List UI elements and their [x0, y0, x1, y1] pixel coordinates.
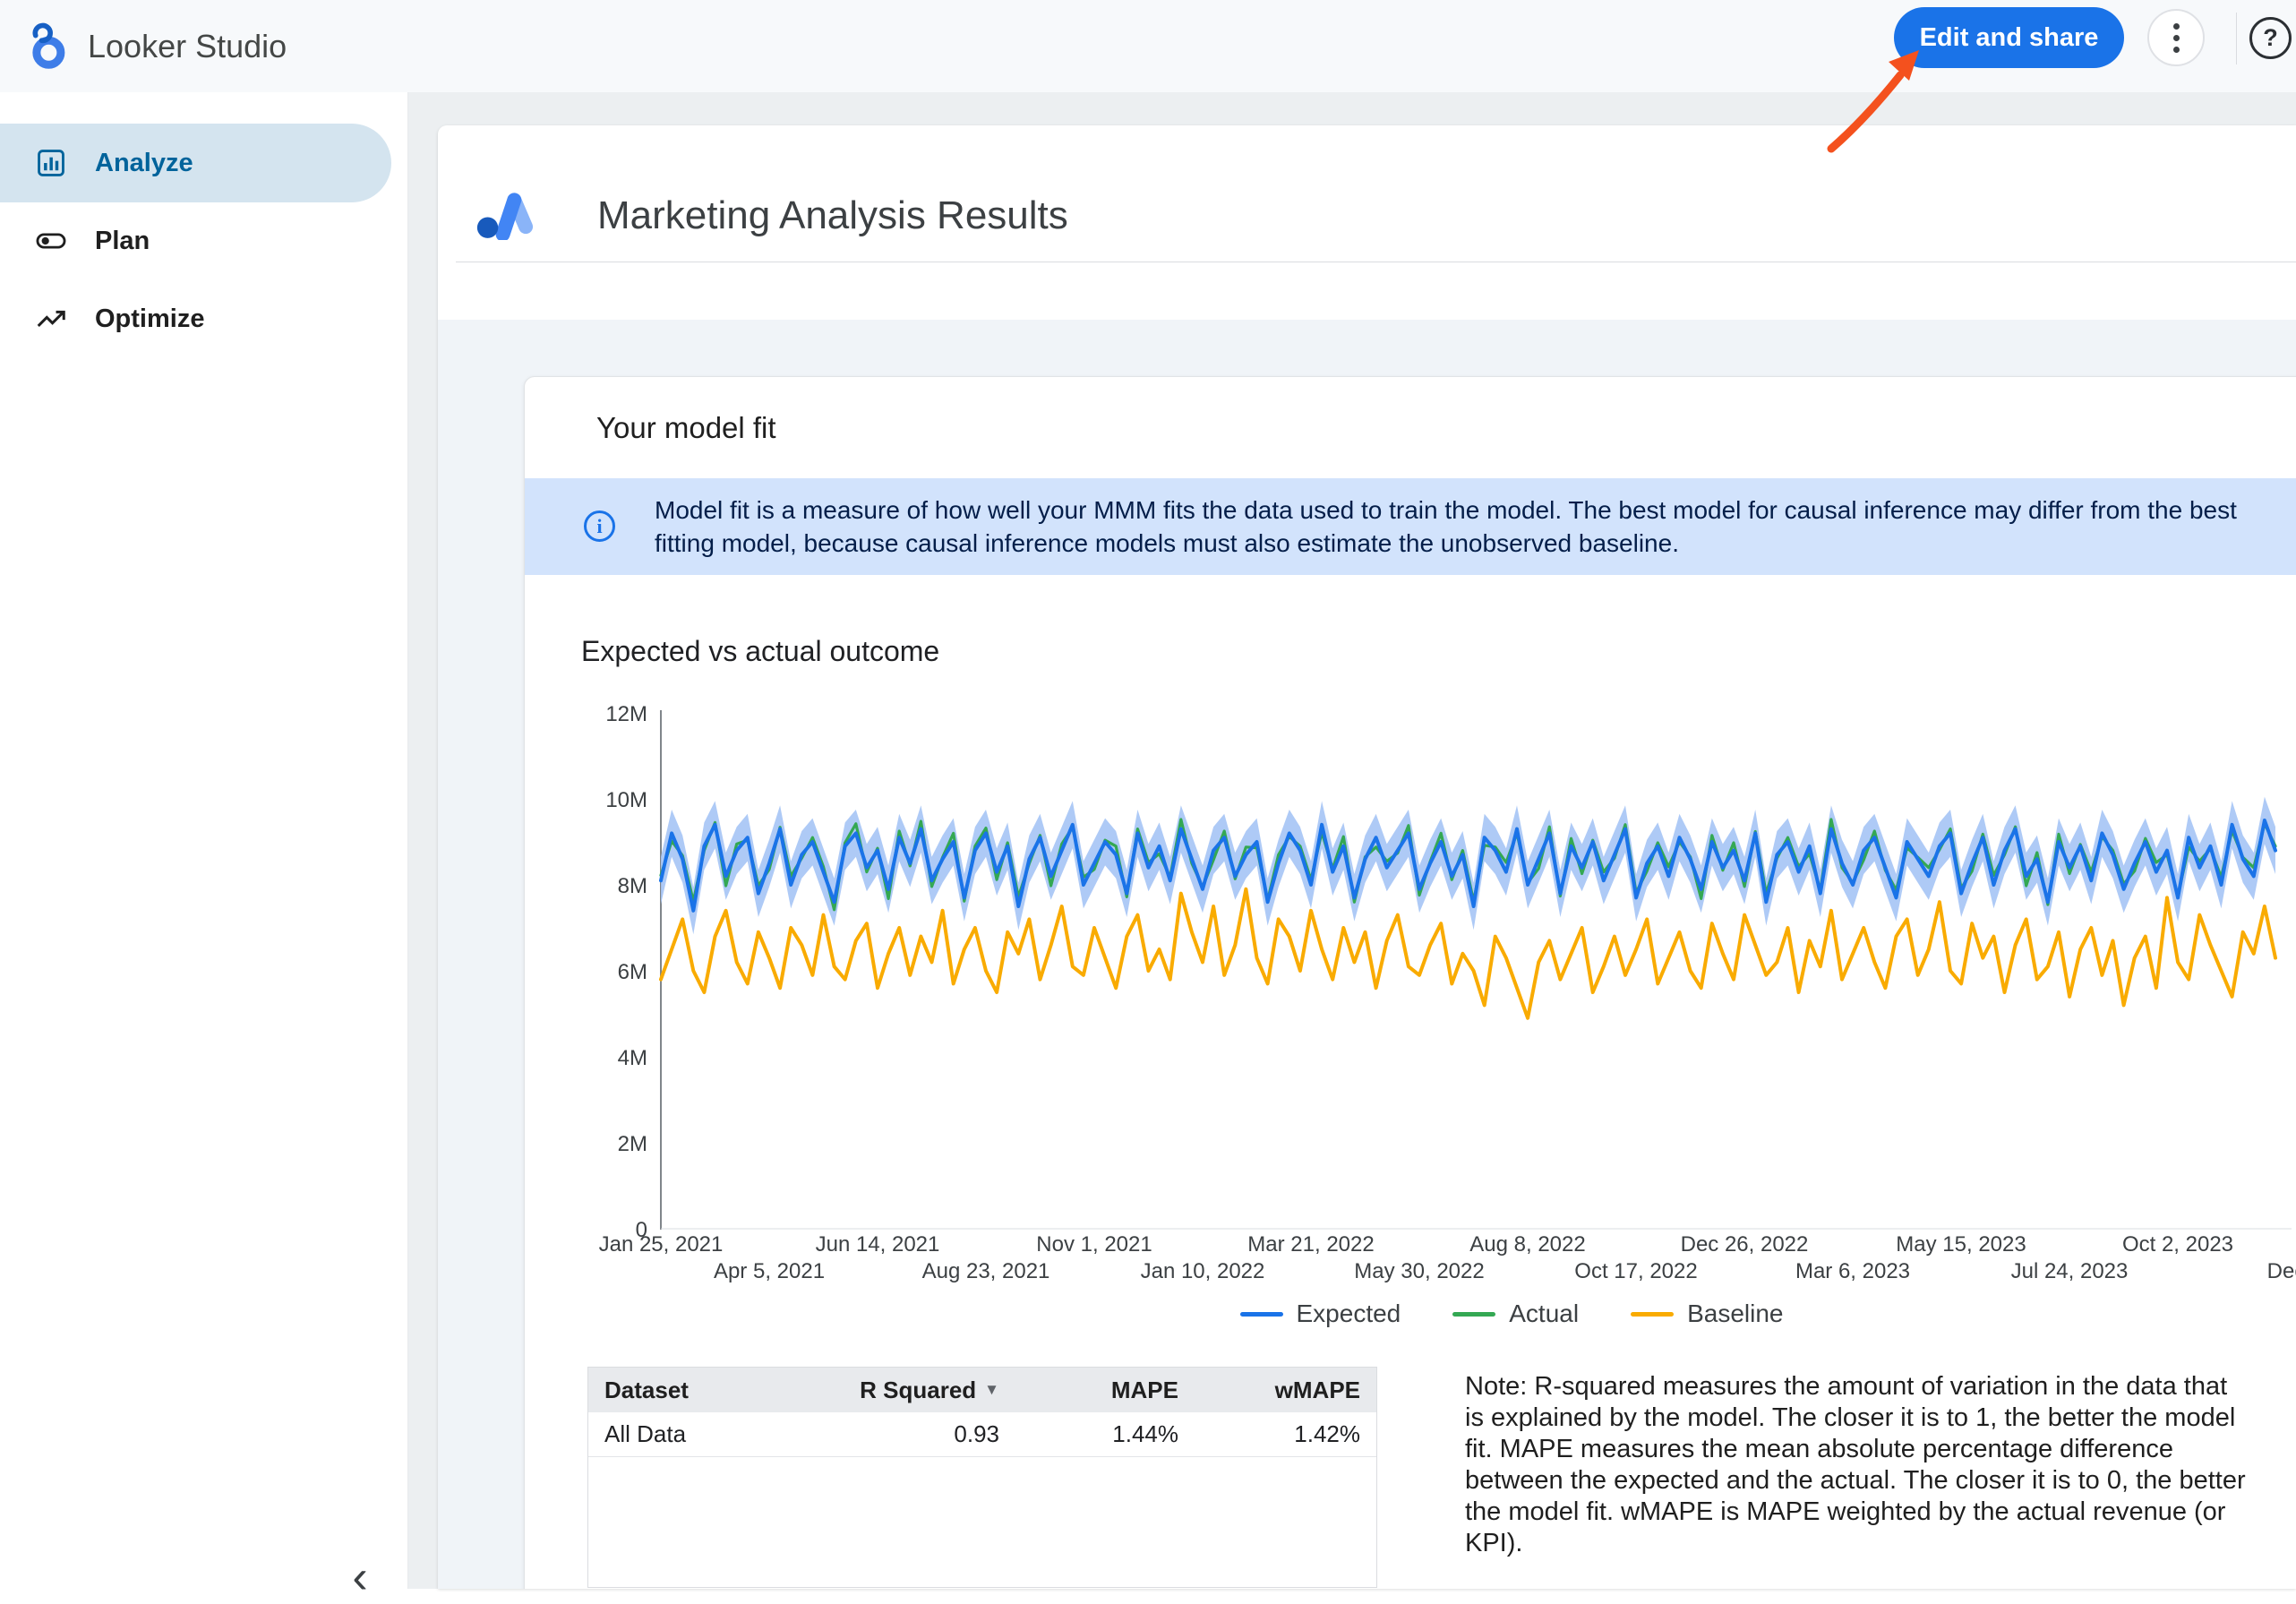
column-header-wmape[interactable]: wMAPE: [1193, 1377, 1375, 1404]
svg-text:4M: 4M: [618, 1046, 647, 1070]
svg-text:Jan 10, 2022: Jan 10, 2022: [1141, 1259, 1265, 1283]
cell-wmape: 1.42%: [1193, 1420, 1375, 1448]
sidebar-item-label: Plan: [95, 227, 150, 256]
svg-text:Dec 26, 2022: Dec 26, 2022: [1681, 1232, 1809, 1257]
column-header-mape[interactable]: MAPE: [1014, 1377, 1193, 1404]
left-navigation: Analyze Plan Optimize ‹: [0, 92, 408, 1589]
app-title: Looker Studio: [88, 28, 287, 65]
marketing-platform-logo-icon: [475, 179, 544, 244]
svg-text:Dec: Dec: [2267, 1259, 2296, 1283]
chart-legend: Expected Actual Baseline: [632, 1299, 2296, 1328]
svg-text:May 30, 2022: May 30, 2022: [1354, 1259, 1484, 1283]
svg-text:12M: 12M: [605, 702, 647, 726]
collapse-sidebar-button[interactable]: ‹: [333, 1550, 387, 1604]
legend-swatch-baseline: [1631, 1312, 1674, 1317]
question-mark-icon: ?: [2263, 24, 2278, 52]
svg-text:10M: 10M: [605, 788, 647, 812]
svg-text:May 15, 2023: May 15, 2023: [1896, 1232, 2026, 1257]
legend-label: Expected: [1297, 1299, 1401, 1328]
legend-item-actual: Actual: [1452, 1299, 1579, 1328]
legend-item-baseline: Baseline: [1631, 1299, 1783, 1328]
sidebar-item-optimize[interactable]: Optimize: [0, 279, 391, 358]
svg-text:Jul 24, 2023: Jul 24, 2023: [2011, 1259, 2129, 1283]
looker-logo-icon: [21, 22, 70, 71]
sidebar-item-analyze[interactable]: Analyze: [0, 124, 391, 202]
sidebar-item-plan[interactable]: Plan: [0, 202, 391, 280]
info-banner-text: Model fit is a measure of how well your …: [655, 493, 2257, 560]
info-icon: i: [584, 510, 615, 542]
svg-text:8M: 8M: [618, 874, 647, 898]
model-fit-table: Dataset R Squared ▼ MAPE wMAPE All Data …: [587, 1367, 1377, 1588]
legend-swatch-actual: [1452, 1312, 1495, 1317]
model-fit-card: Your model fit i Model fit is a measure …: [524, 376, 2296, 1589]
sort-descending-icon: ▼: [984, 1381, 999, 1399]
sidebar-item-label: Optimize: [95, 305, 204, 334]
svg-text:Aug 8, 2022: Aug 8, 2022: [1469, 1232, 1585, 1257]
svg-text:Nov 1, 2021: Nov 1, 2021: [1036, 1232, 1152, 1257]
svg-text:6M: 6M: [618, 960, 647, 984]
more-options-button[interactable]: [2147, 9, 2205, 66]
svg-text:Aug 23, 2021: Aug 23, 2021: [922, 1259, 1050, 1283]
legend-label: Baseline: [1687, 1299, 1783, 1328]
svg-text:Mar 21, 2022: Mar 21, 2022: [1247, 1232, 1374, 1257]
chevron-left-icon: ‹: [352, 1550, 367, 1604]
edit-and-share-button[interactable]: Edit and share: [1894, 7, 2124, 68]
svg-text:Apr 5, 2021: Apr 5, 2021: [714, 1259, 825, 1283]
top-app-bar: Looker Studio Edit and share ?: [0, 0, 2296, 92]
legend-item-expected: Expected: [1240, 1299, 1401, 1328]
svg-text:Jan 25, 2021: Jan 25, 2021: [599, 1232, 724, 1257]
cell-r-squared: 0.93: [812, 1420, 1014, 1448]
table-header-row: Dataset R Squared ▼ MAPE wMAPE: [588, 1368, 1376, 1412]
chart-section-title: Expected vs actual outcome: [581, 635, 939, 668]
report-title: Marketing Analysis Results: [597, 193, 1068, 238]
card-title: Your model fit: [596, 411, 776, 445]
legend-label: Actual: [1509, 1299, 1579, 1328]
svg-text:Oct 2, 2023: Oct 2, 2023: [2122, 1232, 2233, 1257]
cell-dataset: All Data: [588, 1420, 812, 1448]
kebab-menu-icon: [2173, 23, 2180, 30]
optimize-trending-up-icon: [34, 302, 68, 336]
column-header-r-squared[interactable]: R Squared ▼: [812, 1377, 1014, 1404]
expected-vs-actual-chart[interactable]: 02M4M6M8M10M12MJan 25, 2021Apr 5, 2021Ju…: [538, 699, 2296, 1286]
metrics-note: Note: R-squared measures the amount of v…: [1465, 1371, 2253, 1559]
cell-mape: 1.44%: [1014, 1420, 1193, 1448]
table-row: All Data 0.93 1.44% 1.42%: [588, 1412, 1376, 1457]
svg-text:Oct 17, 2022: Oct 17, 2022: [1574, 1259, 1697, 1283]
svg-text:2M: 2M: [618, 1132, 647, 1156]
report-page: Marketing Analysis Results Your model fi…: [438, 125, 2296, 1589]
legend-swatch-expected: [1240, 1312, 1283, 1317]
topbar-divider: [2236, 13, 2237, 64]
column-header-dataset[interactable]: Dataset: [588, 1377, 812, 1404]
svg-text:Jun 14, 2021: Jun 14, 2021: [816, 1232, 940, 1257]
model-fit-info-banner: i Model fit is a measure of how well you…: [525, 478, 2296, 575]
plan-toggle-icon: [34, 224, 68, 258]
sidebar-item-label: Analyze: [95, 149, 193, 178]
help-button[interactable]: ?: [2249, 17, 2292, 59]
analyze-chart-icon: [34, 146, 68, 180]
brand: Looker Studio: [21, 0, 287, 92]
svg-text:Mar 6, 2023: Mar 6, 2023: [1795, 1259, 1910, 1283]
